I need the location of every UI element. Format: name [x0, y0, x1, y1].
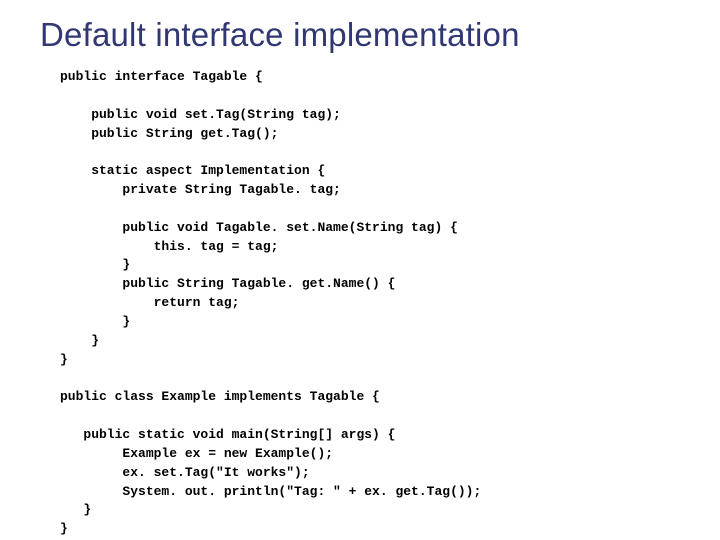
slide: Default interface implementation public …: [0, 0, 720, 540]
code-block: public interface Tagable { public void s…: [60, 68, 692, 539]
slide-title: Default interface implementation: [40, 16, 692, 54]
